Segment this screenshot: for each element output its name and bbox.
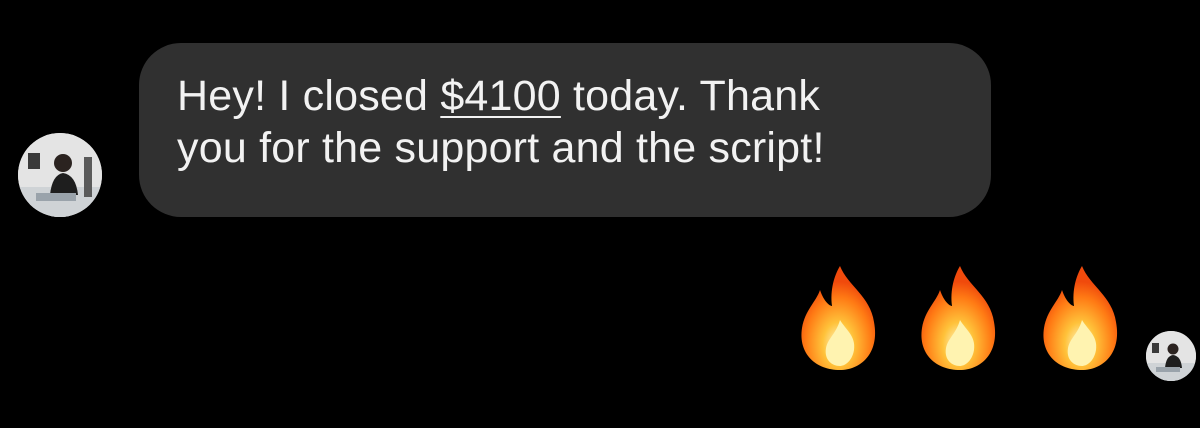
- person-photo-icon: [1146, 331, 1196, 381]
- fire-emoji-icon: [792, 262, 888, 372]
- sender-avatar[interactable]: [18, 133, 102, 217]
- amount-link[interactable]: $4100: [440, 72, 561, 120]
- reply-reactions[interactable]: [792, 262, 1132, 372]
- message-text-suffix: today. Thank: [560, 72, 821, 120]
- message-line-1: Hey! I closed $4100 today. Thank: [177, 70, 957, 122]
- seen-by-avatar[interactable]: [1146, 331, 1196, 381]
- person-photo-icon: [18, 133, 102, 217]
- message-line-2: you for the support and the script!: [177, 124, 825, 172]
- message-text-prefix: Hey! I closed: [177, 72, 441, 120]
- fire-emoji-icon: [912, 262, 1008, 372]
- fire-emoji-icon: [1034, 262, 1130, 372]
- message-bubble[interactable]: Hey! I closed $4100 today. Thank you for…: [139, 43, 991, 217]
